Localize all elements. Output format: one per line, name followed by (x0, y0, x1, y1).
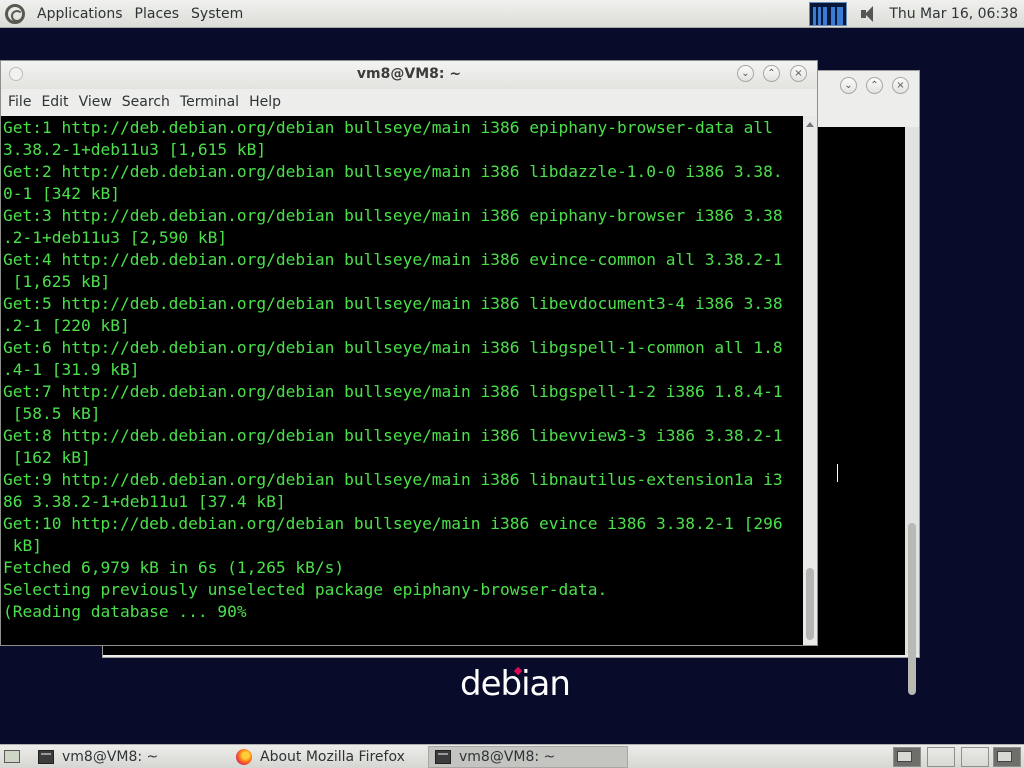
taskbar-item-label: vm8@VM8: ~ (459, 749, 556, 765)
close-button[interactable]: × (790, 65, 807, 82)
terminal-line: (Reading database ... 90% (3, 602, 247, 621)
menu-view[interactable]: View (74, 94, 117, 110)
terminal-line: .4-1 [31.9 kB] (3, 360, 140, 379)
volume-icon[interactable] (859, 5, 879, 23)
taskbar-item-label: About Mozilla Firefox (260, 749, 405, 765)
top-panel: Applications Places System Thu Mar 16, 0… (0, 0, 1024, 28)
menu-search[interactable]: Search (117, 94, 175, 110)
minimize-button[interactable]: ⌄ (737, 65, 754, 82)
terminal-line: Selecting previously unselected package … (3, 580, 608, 599)
workspace-window-preview (897, 751, 912, 762)
terminal-line: [1,625 kB] (3, 272, 111, 291)
terminal-line: Get:8 http://deb.debian.org/debian bulls… (3, 426, 783, 445)
terminal-line: Get:7 http://deb.debian.org/debian bulls… (3, 382, 783, 401)
taskbar-item-terminal-1[interactable]: vm8@VM8: ~ (32, 746, 222, 768)
terminal-line: Get:3 http://deb.debian.org/debian bulls… (3, 206, 783, 225)
panel-tray: Thu Mar 16, 06:38 (809, 0, 1024, 28)
workspace-2[interactable] (927, 747, 955, 767)
bottom-panel: vm8@VM8: ~ About Mozilla Firefox vm8@VM8… (0, 744, 1024, 768)
maximize-button[interactable]: ⌃ (866, 77, 883, 94)
terminal-line: Get:4 http://deb.debian.org/debian bulls… (3, 250, 783, 269)
scrollbar-thumb[interactable] (806, 568, 814, 640)
applications-menu[interactable]: Applications (31, 6, 129, 22)
window-titlebar[interactable]: vm8@VM8: ~ ⌄ ⌃ × (1, 61, 817, 89)
terminal-line: Fetched 6,979 kB in 6s (1,265 kB/s) (3, 558, 345, 577)
system-monitor-icon[interactable] (809, 1, 848, 26)
menubar: File Edit View Search Terminal Help (1, 89, 817, 115)
taskbar-item-firefox[interactable]: About Mozilla Firefox (230, 746, 426, 768)
show-desktop-icon[interactable] (4, 750, 20, 763)
terminal-line: [58.5 kB] (3, 404, 101, 423)
taskbar-item-terminal-2[interactable]: vm8@VM8: ~ (428, 746, 628, 768)
terminal-lines: Get:1 http://deb.debian.org/debian bulls… (1, 116, 803, 623)
terminal-line: Get:10 http://deb.debian.org/debian bull… (3, 514, 783, 533)
terminal-output[interactable]: Get:1 http://deb.debian.org/debian bulls… (1, 116, 803, 645)
terminal-line: [162 kB] (3, 448, 91, 467)
terminal-line: .2-1+deb11u3 [2,590 kB] (3, 228, 228, 247)
workspace-4[interactable] (993, 747, 1021, 767)
terminal-line: Get:2 http://deb.debian.org/debian bulls… (3, 162, 783, 181)
terminal-window[interactable]: vm8@VM8: ~ ⌄ ⌃ × File Edit View Search T… (0, 60, 818, 646)
clock[interactable]: Thu Mar 16, 06:38 (889, 6, 1018, 22)
terminal-line: 86 3.38.2-1+deb11u1 [37.4 kB] (3, 492, 286, 511)
menu-terminal[interactable]: Terminal (175, 94, 244, 110)
menu-edit[interactable]: Edit (36, 94, 73, 110)
firefox-icon (236, 749, 252, 765)
close-button[interactable]: × (892, 77, 909, 94)
scroll-up-arrow-icon[interactable] (806, 122, 814, 127)
text-cursor-icon (834, 464, 840, 482)
system-menu[interactable]: System (185, 6, 249, 22)
window-title: vm8@VM8: ~ (356, 66, 462, 82)
terminal-line: Get:1 http://deb.debian.org/debian bulls… (3, 118, 773, 137)
workspace-3[interactable] (961, 747, 989, 767)
terminal-icon (38, 750, 54, 764)
taskbar-item-label: vm8@VM8: ~ (62, 749, 159, 765)
terminal-line: 0-1 [342 kB] (3, 184, 120, 203)
minimize-button[interactable]: ⌄ (840, 77, 857, 94)
menu-help[interactable]: Help (244, 94, 286, 110)
terminal-line: Get:6 http://deb.debian.org/debian bulls… (3, 338, 783, 357)
terminal-line: kB] (3, 536, 42, 555)
workspace-window-preview (997, 751, 1012, 762)
menu-file[interactable]: File (3, 94, 36, 110)
terminal-scrollbar[interactable] (803, 116, 817, 645)
places-menu[interactable]: Places (129, 6, 186, 22)
workspace-1[interactable] (893, 747, 921, 767)
debian-menu-icon[interactable] (5, 3, 25, 24)
terminal-icon (435, 750, 451, 764)
background-scrollbar[interactable] (905, 127, 919, 695)
terminal-line: .2-1 [220 kB] (3, 316, 130, 335)
maximize-button[interactable]: ⌃ (763, 65, 780, 82)
terminal-line: 3.38.2-1+deb11u3 [1,615 kB] (3, 140, 267, 159)
scrollbar-thumb[interactable] (908, 523, 916, 695)
terminal-line: Get:5 http://deb.debian.org/debian bulls… (3, 294, 783, 313)
terminal-line: Get:9 http://deb.debian.org/debian bulls… (3, 470, 783, 489)
debian-logo: debian (460, 664, 571, 704)
